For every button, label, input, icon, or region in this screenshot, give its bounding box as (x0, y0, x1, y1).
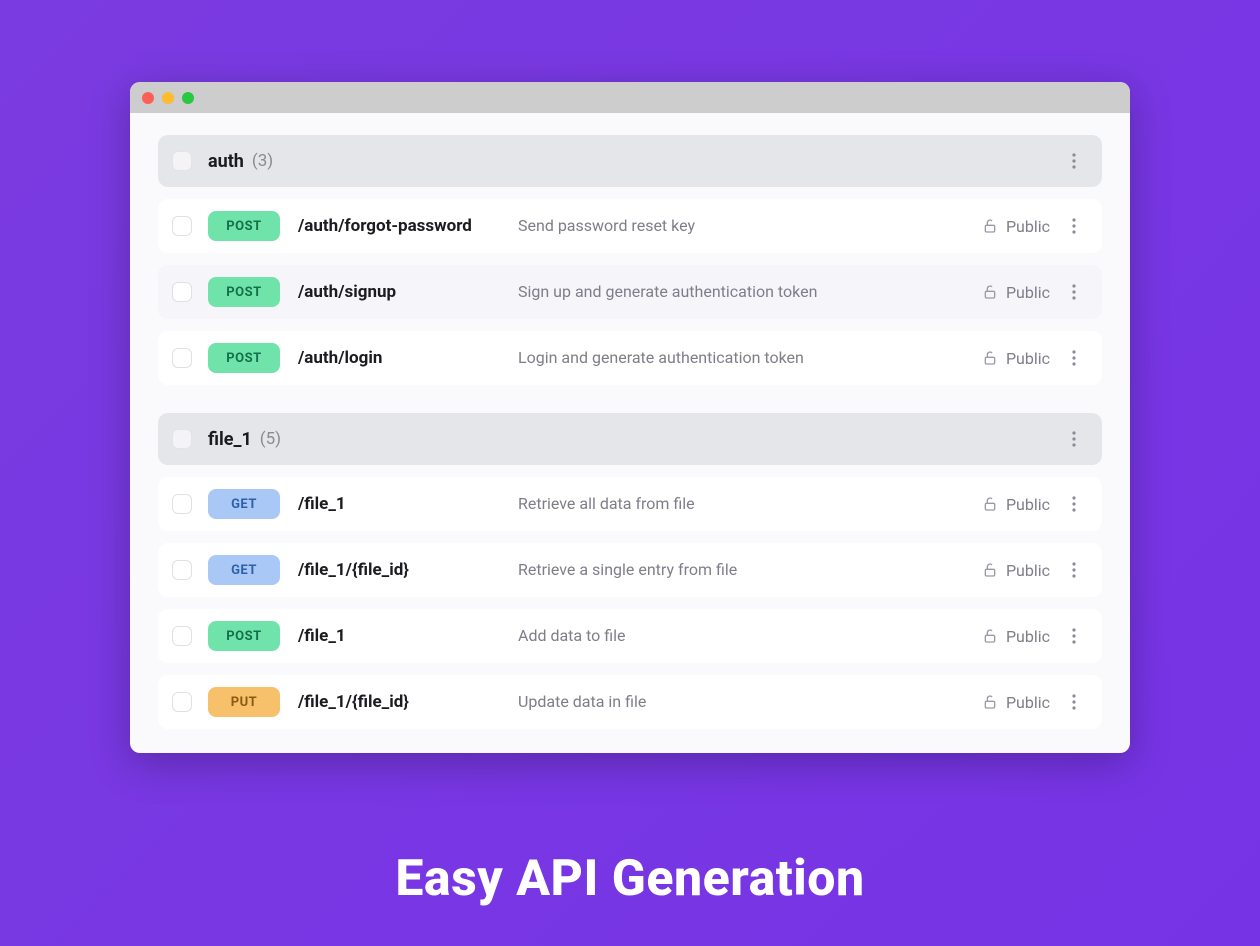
visibility-label: Public (1006, 561, 1050, 580)
window-minimize-icon[interactable] (162, 92, 174, 104)
endpoint-menu-icon[interactable] (1062, 492, 1086, 516)
method-badge: PUT (208, 687, 280, 717)
app-window: auth (3) POST /auth/forgot-password Send… (130, 82, 1130, 753)
endpoint-row[interactable]: PUT /file_1/{file_id} Update data in fil… (158, 675, 1102, 729)
endpoint-row[interactable]: POST /auth/forgot-password Send password… (158, 199, 1102, 253)
endpoint-visibility[interactable]: Public (982, 283, 1050, 302)
endpoint-checkbox[interactable] (172, 216, 192, 236)
visibility-label: Public (1006, 693, 1050, 712)
group-count: (3) (252, 151, 273, 171)
method-badge: GET (208, 555, 280, 585)
visibility-label: Public (1006, 349, 1050, 368)
endpoint-path: /file_1 (298, 494, 518, 514)
endpoint-menu-icon[interactable] (1062, 624, 1086, 648)
endpoint-list: auth (3) POST /auth/forgot-password Send… (130, 113, 1130, 753)
endpoint-description: Retrieve a single entry from file (518, 559, 982, 581)
endpoint-checkbox[interactable] (172, 560, 192, 580)
endpoint-description: Retrieve all data from file (518, 493, 982, 515)
endpoint-menu-icon[interactable] (1062, 558, 1086, 582)
page-tagline: Easy API Generation (0, 850, 1260, 908)
unlock-icon (982, 561, 998, 579)
endpoint-description: Update data in file (518, 691, 982, 713)
group-title: file_1 (208, 429, 252, 450)
endpoint-visibility[interactable]: Public (982, 349, 1050, 368)
endpoint-checkbox[interactable] (172, 494, 192, 514)
endpoint-description: Login and generate authentication token (518, 347, 982, 369)
unlock-icon (982, 349, 998, 367)
method-badge: POST (208, 277, 280, 307)
endpoint-checkbox[interactable] (172, 282, 192, 302)
endpoint-path: /file_1/{file_id} (298, 560, 518, 580)
endpoint-row[interactable]: POST /auth/login Login and generate auth… (158, 331, 1102, 385)
endpoint-visibility[interactable]: Public (982, 217, 1050, 236)
endpoint-visibility[interactable]: Public (982, 693, 1050, 712)
endpoint-row[interactable]: POST /file_1 Add data to file Public (158, 609, 1102, 663)
endpoint-row[interactable]: POST /auth/signup Sign up and generate a… (158, 265, 1102, 319)
unlock-icon (982, 693, 998, 711)
endpoint-path: /file_1/{file_id} (298, 692, 518, 712)
endpoint-path: /file_1 (298, 626, 518, 646)
group-checkbox[interactable] (172, 151, 192, 171)
method-badge: POST (208, 621, 280, 651)
unlock-icon (982, 627, 998, 645)
group-title: auth (208, 151, 244, 172)
group-menu-icon[interactable] (1062, 427, 1086, 451)
unlock-icon (982, 495, 998, 513)
group-header-auth[interactable]: auth (3) (158, 135, 1102, 187)
method-badge: POST (208, 343, 280, 373)
endpoint-menu-icon[interactable] (1062, 690, 1086, 714)
unlock-icon (982, 217, 998, 235)
visibility-label: Public (1006, 217, 1050, 236)
window-maximize-icon[interactable] (182, 92, 194, 104)
endpoint-row[interactable]: GET /file_1 Retrieve all data from file … (158, 477, 1102, 531)
group-checkbox[interactable] (172, 429, 192, 449)
group-count: (5) (260, 429, 281, 449)
endpoint-description: Sign up and generate authentication toke… (518, 281, 982, 303)
endpoint-path: /auth/login (298, 348, 518, 368)
endpoint-row[interactable]: GET /file_1/{file_id} Retrieve a single … (158, 543, 1102, 597)
group-menu-icon[interactable] (1062, 149, 1086, 173)
visibility-label: Public (1006, 627, 1050, 646)
unlock-icon (982, 283, 998, 301)
endpoint-checkbox[interactable] (172, 626, 192, 646)
window-titlebar (130, 82, 1130, 113)
visibility-label: Public (1006, 283, 1050, 302)
endpoint-visibility[interactable]: Public (982, 627, 1050, 646)
endpoint-visibility[interactable]: Public (982, 495, 1050, 514)
endpoint-checkbox[interactable] (172, 692, 192, 712)
endpoint-menu-icon[interactable] (1062, 346, 1086, 370)
endpoint-path: /auth/forgot-password (298, 216, 518, 236)
endpoint-description: Add data to file (518, 625, 982, 647)
window-close-icon[interactable] (142, 92, 154, 104)
endpoint-menu-icon[interactable] (1062, 214, 1086, 238)
endpoint-visibility[interactable]: Public (982, 561, 1050, 580)
endpoint-menu-icon[interactable] (1062, 280, 1086, 304)
endpoint-description: Send password reset key (518, 215, 982, 237)
method-badge: GET (208, 489, 280, 519)
visibility-label: Public (1006, 495, 1050, 514)
endpoint-checkbox[interactable] (172, 348, 192, 368)
endpoint-path: /auth/signup (298, 282, 518, 302)
method-badge: POST (208, 211, 280, 241)
group-header-file-1[interactable]: file_1 (5) (158, 413, 1102, 465)
